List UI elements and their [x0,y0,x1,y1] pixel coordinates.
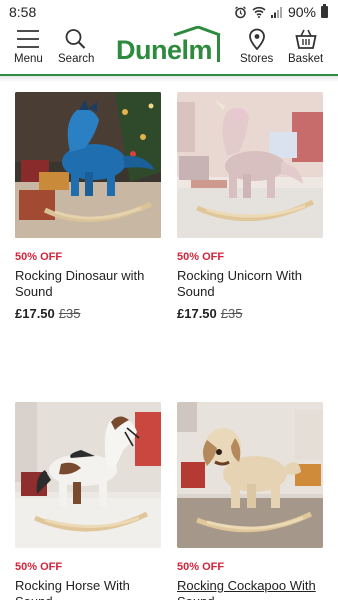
basket-icon [294,29,317,49]
was-price: £35 [58,306,81,321]
stores-button[interactable]: Stores [240,28,273,65]
battery-percentage: 90% [287,4,316,20]
product-title[interactable]: Rocking Cockapoo With Sound [177,578,323,600]
status-icons: 90% [234,4,328,20]
product-image[interactable] [15,92,161,238]
status-bar: 8:58 90% [0,0,338,24]
search-button[interactable]: Search [58,28,94,65]
product-title[interactable]: Rocking Unicorn With Sound [177,268,323,300]
search-label: Search [58,53,95,65]
price-row: £17.50 £35 [177,306,323,321]
dunelm-logo[interactable]: Dunelm [116,26,222,66]
battery-icon [321,4,328,18]
discount-badge: 50% OFF [177,561,225,573]
rocking-horse-image [15,402,161,548]
location-pin-icon [248,28,265,50]
product-card[interactable]: 50% OFF Rocking Cockapoo With Sound [177,402,323,600]
rocking-cockapoo-image [177,402,323,548]
basket-label: Basket [288,53,324,65]
current-price: £17.50 [15,306,55,321]
product-card[interactable]: 50% OFF Rocking Unicorn With Sound £17.5… [177,92,323,321]
menu-button[interactable]: Menu [14,28,43,65]
site-header: Menu Search Dunelm Stores Basket [0,24,338,74]
product-card[interactable]: 50% OFF Rocking Dinosaur with Sound £17.… [15,92,161,321]
logo-text: Dunelm [116,35,213,65]
wifi-icon [252,6,266,18]
discount-badge: 50% OFF [15,251,63,263]
menu-label: Menu [14,53,43,65]
product-image[interactable] [177,402,323,548]
alarm-icon [235,5,246,18]
rocking-dinosaur-image [15,92,161,238]
signal-icon [270,7,282,18]
product-title[interactable]: Rocking Dinosaur with Sound [15,268,161,300]
price-row: £17.50 £35 [15,306,161,321]
basket-button[interactable]: Basket [288,28,323,65]
header-shadow [0,76,338,82]
product-title[interactable]: Rocking Horse With Sound [15,578,161,600]
rocking-unicorn-image [177,92,323,238]
was-price: £35 [220,306,243,321]
search-icon [65,29,86,49]
stores-label: Stores [240,53,274,65]
hamburger-menu-icon [17,30,40,48]
current-price: £17.50 [177,306,217,321]
discount-badge: 50% OFF [15,561,63,573]
product-card[interactable]: 50% OFF Rocking Horse With Sound [15,402,161,600]
product-image[interactable] [15,402,161,548]
discount-badge: 50% OFF [177,251,225,263]
status-time: 8:58 [9,4,37,20]
product-image[interactable] [177,92,323,238]
